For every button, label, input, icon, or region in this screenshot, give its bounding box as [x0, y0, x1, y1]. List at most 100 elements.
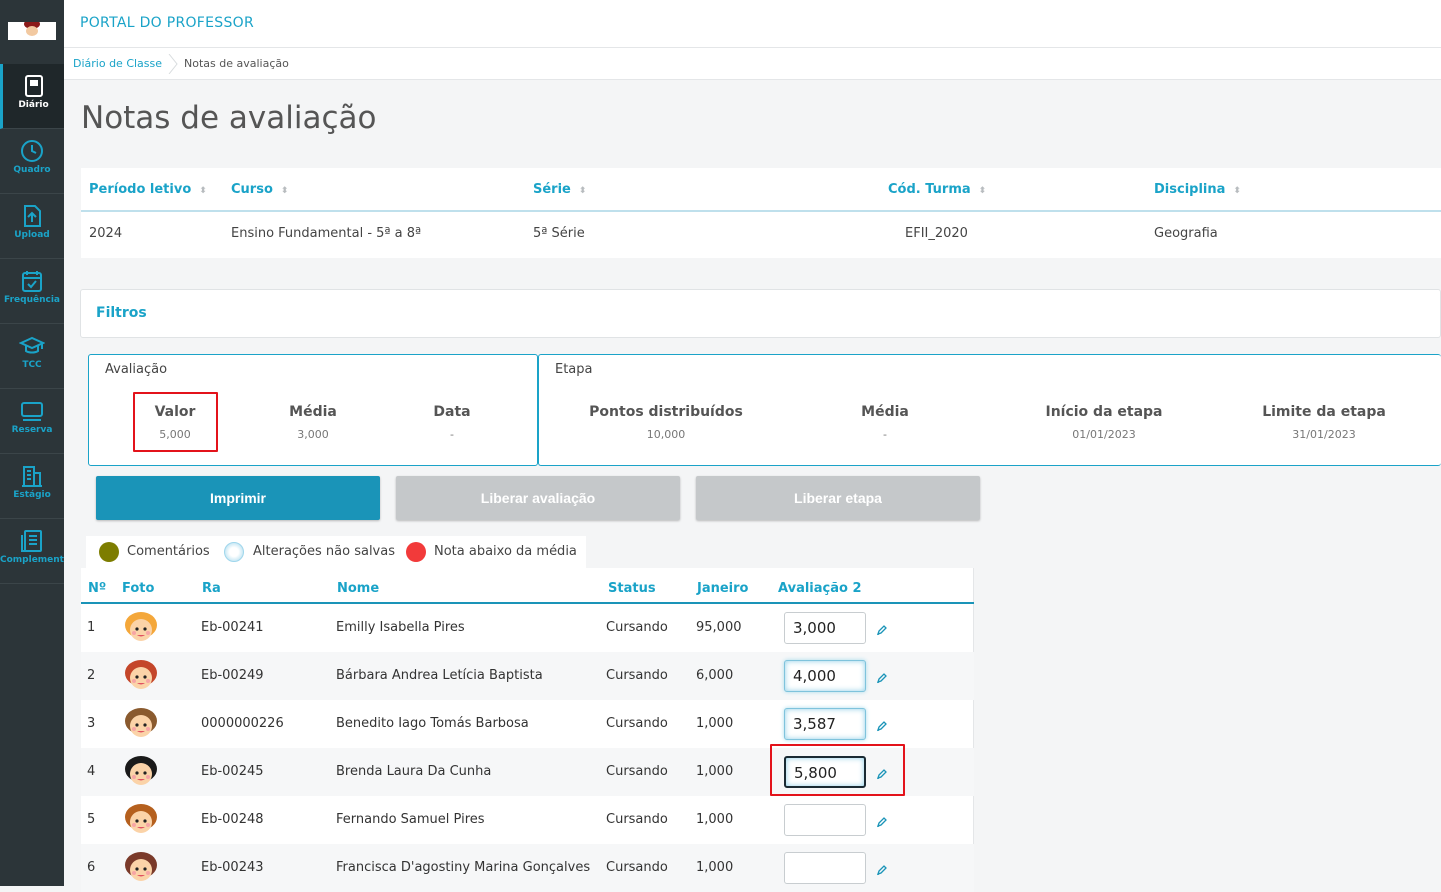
column-header-status: Status [608, 581, 656, 596]
table-row: 2 Eb-00249 Bárbara Andrea Letícia Baptista… [81, 652, 974, 700]
row-number: 2 [87, 668, 96, 683]
column-header-cod-turma[interactable]: Cód. Turma ⬍ [888, 182, 986, 197]
sidebar-item-quadro[interactable]: Quadro [0, 129, 64, 194]
row-status: Cursando [606, 764, 668, 779]
building-icon [22, 466, 42, 487]
student-avatar [125, 756, 157, 785]
cell-cod-turma: EFII_2020 [905, 226, 968, 241]
student-avatar [125, 612, 157, 641]
row-status: Cursando [606, 620, 668, 635]
row-number: 5 [87, 812, 96, 827]
print-button[interactable]: Imprimir [96, 476, 380, 520]
graduation-cap-icon [19, 336, 45, 354]
row-status: Cursando [606, 812, 668, 827]
pencil-icon[interactable] [876, 720, 888, 732]
row-ra: 0000000226 [201, 716, 284, 731]
pencil-icon[interactable] [876, 864, 888, 876]
row-status: Cursando [606, 716, 668, 731]
unsaved-dot-icon [224, 542, 244, 562]
grades-table: Nº Foto Ra Nome Status Janeiro Avaliação… [81, 568, 974, 892]
sidebar-item-label: Estágio [13, 490, 51, 500]
row-ra: Eb-00249 [201, 668, 264, 683]
class-info-header: Período letivo ⬍ Curso ⬍ Série ⬍ Cód. Turma… [81, 168, 1441, 212]
stat-inicio-value: 01/01/2023 [1072, 428, 1136, 441]
grade-input[interactable] [784, 852, 866, 884]
column-header-foto: Foto [122, 581, 155, 596]
sidebar: Diário Quadro Upload Frequência TCC Rese… [0, 0, 64, 886]
pencil-icon[interactable] [876, 816, 888, 828]
breadcrumb: Diário de Classe Notas de avaliação [64, 48, 1441, 80]
pencil-icon[interactable] [876, 672, 888, 684]
release-evaluation-button[interactable]: Liberar avaliação [396, 476, 680, 520]
legend-unsaved: Alterações não salvas [253, 544, 395, 559]
legend-below-average: Nota abaixo da média [434, 544, 577, 559]
cell-curso: Ensino Fundamental - 5ª a 8ª [231, 226, 422, 241]
table-row: 5 Eb-00248 Fernando Samuel Pires Cursando 1,… [81, 796, 974, 844]
stage-summary: Etapa Pontos distribuídos 10,000 Média -… [538, 354, 1441, 466]
pencil-icon[interactable] [876, 624, 888, 636]
column-header-curso[interactable]: Curso ⬍ [231, 182, 288, 197]
cell-serie: 5ª Série [533, 226, 585, 241]
stat-inicio-label: Início da etapa [1045, 404, 1163, 420]
grade-input[interactable]: 3,587 [784, 708, 866, 740]
column-header-disciplina[interactable]: Disciplina ⬍ [1154, 182, 1241, 197]
student-avatar [125, 708, 157, 737]
row-number: 4 [87, 764, 96, 779]
chevron-right-icon [168, 54, 178, 74]
sidebar-item-complement[interactable]: Complement [0, 519, 64, 584]
row-janeiro: 1,000 [696, 812, 734, 827]
stage-title: Etapa [555, 362, 593, 377]
evaluation-title: Avaliação [105, 362, 168, 377]
row-number: 3 [87, 716, 96, 731]
breadcrumb-diario-de-classe[interactable]: Diário de Classe [73, 57, 162, 70]
row-ra: Eb-00248 [201, 812, 264, 827]
valor-highlight [133, 392, 218, 452]
sidebar-item-frequencia[interactable]: Frequência [0, 259, 64, 324]
sidebar-item-label: TCC [22, 360, 42, 370]
sidebar-item-upload[interactable]: Upload [0, 194, 64, 259]
column-header-janeiro: Janeiro [697, 581, 749, 596]
breadcrumb-current: Notas de avaliação [184, 57, 289, 70]
sidebar-item-reserva[interactable]: Reserva [0, 389, 64, 454]
top-bar: PORTAL DO PROFESSOR [64, 0, 1441, 48]
legend: Comentários Alterações não salvas Nota a… [86, 536, 586, 568]
row-number: 6 [87, 860, 96, 875]
column-header-serie[interactable]: Série ⬍ [533, 182, 586, 197]
student-avatar [125, 852, 157, 881]
column-header-periodo[interactable]: Período letivo ⬍ [89, 182, 207, 197]
row-ra: Eb-00241 [201, 620, 264, 635]
sidebar-item-label: Upload [14, 230, 50, 240]
table-row: 1 Eb-00241 Emilly Isabella Pires Cursando 95… [81, 604, 974, 652]
sidebar-item-tcc[interactable]: TCC [0, 324, 64, 389]
stat-data-value: - [450, 428, 454, 441]
clock-icon [21, 140, 43, 162]
below-average-dot-icon [406, 542, 426, 562]
class-info-table: Período letivo ⬍ Curso ⬍ Série ⬍ Cód. Turma… [81, 168, 1441, 258]
grade-input[interactable]: 3,000 [784, 612, 866, 644]
book-icon [24, 75, 43, 97]
release-stage-button[interactable]: Liberar etapa [696, 476, 980, 520]
cell-disciplina: Geografia [1154, 226, 1218, 241]
document-list-icon [21, 530, 42, 552]
sidebar-item-diario[interactable]: Diário [0, 64, 64, 129]
row-ra: Eb-00245 [201, 764, 264, 779]
grade-input[interactable]: 4,000 [784, 660, 866, 692]
sidebar-item-estagio[interactable]: Estágio [0, 454, 64, 519]
monitor-icon [21, 402, 43, 421]
upload-icon [24, 205, 41, 227]
stat-media-value: 3,000 [297, 428, 329, 441]
filters-panel[interactable]: Filtros [80, 289, 1441, 338]
student-avatar [125, 804, 157, 833]
row-nome: Bárbara Andrea Letícia Baptista [336, 668, 543, 683]
sidebar-item-label: Diário [18, 100, 49, 110]
stat-limite-label: Limite da etapa [1262, 404, 1386, 420]
sort-icon: ⬍ [978, 186, 987, 196]
row-nome: Benedito Iago Tomás Barbosa [336, 716, 529, 731]
stat-etapa-media-label: Média [861, 404, 909, 420]
portal-title: PORTAL DO PROFESSOR [80, 15, 255, 31]
column-header-avaliacao-2: Avaliação 2 [778, 581, 862, 596]
stat-etapa-media-value: - [883, 428, 887, 441]
stat-limite-value: 31/01/2023 [1292, 428, 1356, 441]
grade-input[interactable] [784, 804, 866, 836]
legend-comments: Comentários [127, 544, 210, 559]
